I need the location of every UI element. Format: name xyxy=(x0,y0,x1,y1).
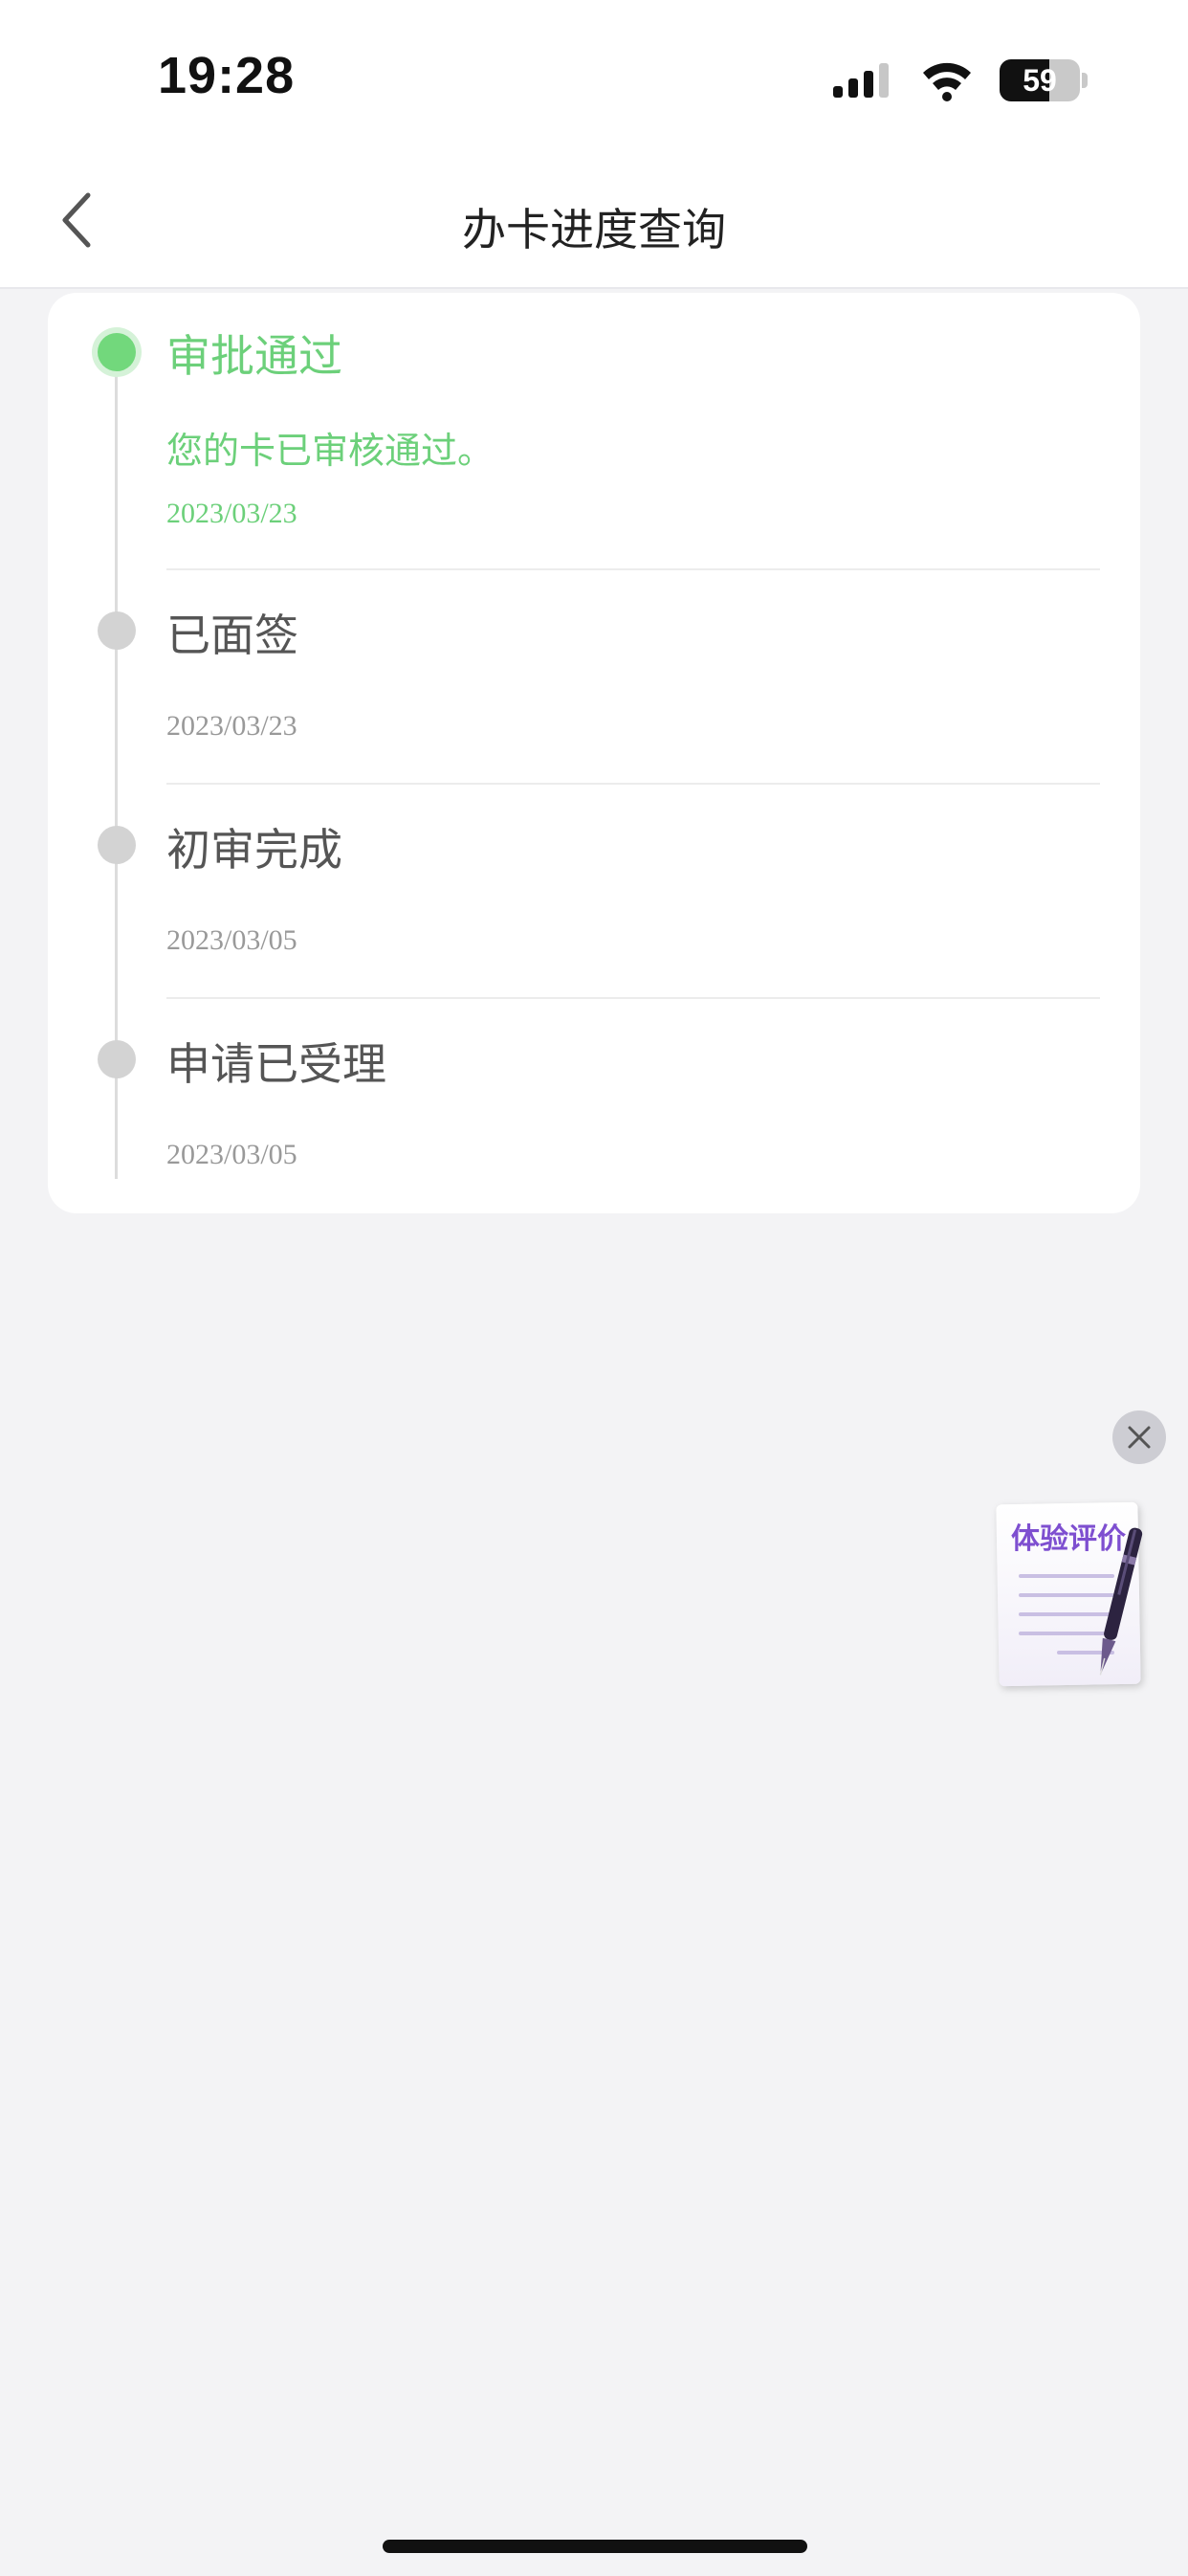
timeline-dot xyxy=(98,1040,136,1078)
step-title: 审批通过 xyxy=(166,330,342,382)
status-icons: 59 xyxy=(831,57,1088,103)
page-title: 办卡进度查询 xyxy=(462,204,726,255)
nav-bar: 办卡进度查询 xyxy=(0,153,1188,289)
progress-card: 审批通过 您的卡已审核通过。 2023/03/23 已面签 2023/03/23… xyxy=(48,293,1140,1213)
home-indicator[interactable] xyxy=(383,2540,807,2553)
battery-icon: 59 xyxy=(1000,59,1088,101)
timeline-dot xyxy=(98,611,136,650)
step-title: 初审完成 xyxy=(166,824,342,876)
step-description: 您的卡已审核通过。 xyxy=(166,430,495,472)
timeline-dot xyxy=(98,826,136,864)
divider xyxy=(166,568,1100,570)
timeline-dot-active xyxy=(98,333,136,371)
status-time: 19:28 xyxy=(158,47,296,104)
cellular-signal-icon xyxy=(833,63,889,98)
step-title: 申请已受理 xyxy=(166,1038,386,1090)
step-date: 2023/03/23 xyxy=(166,710,297,742)
step-date: 2023/03/05 xyxy=(166,924,297,956)
feedback-widget[interactable]: 体验评价 xyxy=(990,1498,1153,1699)
close-icon xyxy=(1128,1426,1151,1449)
divider xyxy=(166,783,1100,785)
wifi-icon xyxy=(923,62,971,101)
step-date: 2023/03/23 xyxy=(166,498,297,529)
battery-level: 59 xyxy=(1023,63,1057,98)
status-bar: 19:28 59 xyxy=(0,0,1188,153)
pen-icon xyxy=(1099,1527,1143,1676)
divider xyxy=(166,997,1100,999)
step-date: 2023/03/05 xyxy=(166,1139,297,1170)
step-title: 已面签 xyxy=(166,610,298,661)
close-feedback-button[interactable] xyxy=(1112,1410,1166,1464)
